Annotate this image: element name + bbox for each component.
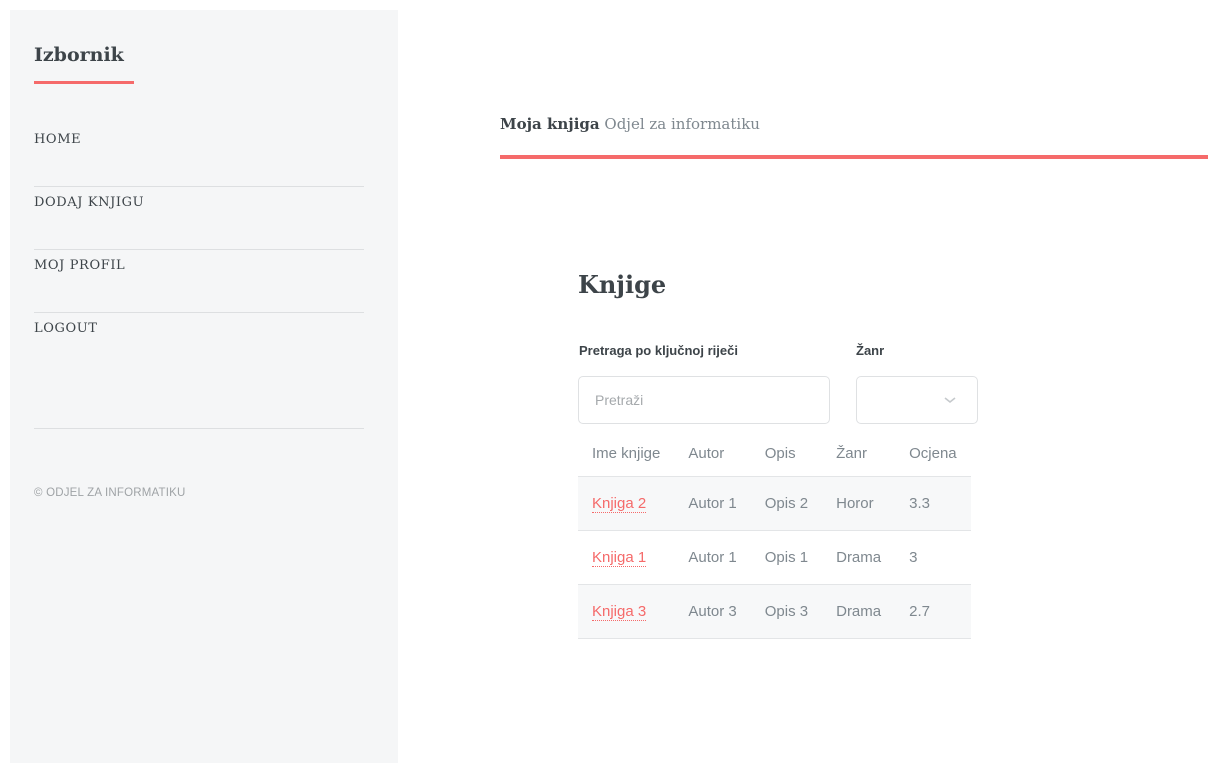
sidebar-item-home[interactable]: HOME <box>34 124 364 187</box>
genre-label: Žanr <box>856 343 885 358</box>
header-subtitle: Odjel za informatiku <box>604 115 760 133</box>
column-header-author: Autor <box>688 444 725 462</box>
chevron-down-icon <box>944 397 956 404</box>
search-input[interactable] <box>578 376 830 424</box>
page-title: Knjige <box>578 270 667 299</box>
column-header-description: Opis <box>764 444 796 462</box>
table-header-row: Ime knjige Autor Opis Žanr Ocjena <box>578 430 971 477</box>
sidebar-title-underline <box>34 81 134 84</box>
rating-cell: 3.3 <box>895 476 971 531</box>
sidebar-item-dodaj-knjigu[interactable]: DODAJ KNJIGU <box>34 187 364 250</box>
description-cell: Opis 3 <box>750 584 823 639</box>
book-name-cell: Knjiga 2 <box>578 476 675 531</box>
genre-select[interactable] <box>856 376 978 424</box>
book-link[interactable]: Knjiga 1 <box>592 549 647 567</box>
author-cell: Autor 1 <box>674 476 751 531</box>
description-cell: Opis 1 <box>750 530 823 585</box>
column-header-name: Ime knjige <box>592 444 661 462</box>
rating-cell: 2.7 <box>895 584 971 639</box>
copyright: © ODJEL ZA INFORMATIKU <box>34 487 186 499</box>
genre-cell: Drama <box>822 584 896 639</box>
sidebar-divider <box>34 428 364 429</box>
book-link[interactable]: Knjiga 3 <box>592 603 647 621</box>
header-accent-bar <box>500 155 1208 159</box>
search-label: Pretraga po ključnoj riječi <box>579 343 738 358</box>
table-row: Knjiga 3 Autor 3 Opis 3 Drama 2.7 <box>578 584 971 639</box>
column-header-rating: Ocjena <box>909 444 957 462</box>
genre-cell: Drama <box>822 530 896 585</box>
table-row: Knjiga 1 Autor 1 Opis 1 Drama 3 <box>578 530 971 585</box>
description-cell: Opis 2 <box>750 476 823 531</box>
books-table: Ime knjige Autor Opis Žanr Ocjena Knjiga… <box>578 430 971 639</box>
sidebar-menu: HOME DODAJ KNJIGU MOJ PROFIL LOGOUT <box>34 124 364 376</box>
header: Moja knjiga Odjel za informatiku <box>500 115 760 133</box>
table-row: Knjiga 2 Autor 1 Opis 2 Horor 3.3 <box>578 476 971 531</box>
column-header-genre: Žanr <box>836 444 867 462</box>
book-link[interactable]: Knjiga 2 <box>592 495 647 513</box>
rating-cell: 3 <box>895 530 971 585</box>
sidebar: Izbornik HOME DODAJ KNJIGU MOJ PROFIL LO… <box>10 10 398 763</box>
genre-cell: Horor <box>822 476 896 531</box>
sidebar-item-logout[interactable]: LOGOUT <box>34 313 364 376</box>
book-name-cell: Knjiga 1 <box>578 530 675 585</box>
header-brand[interactable]: Moja knjiga <box>500 115 600 133</box>
author-cell: Autor 1 <box>674 530 751 585</box>
sidebar-item-moj-profil[interactable]: MOJ PROFIL <box>34 250 364 313</box>
book-name-cell: Knjiga 3 <box>578 584 675 639</box>
author-cell: Autor 3 <box>674 584 751 639</box>
sidebar-title: Izbornik <box>34 44 124 66</box>
